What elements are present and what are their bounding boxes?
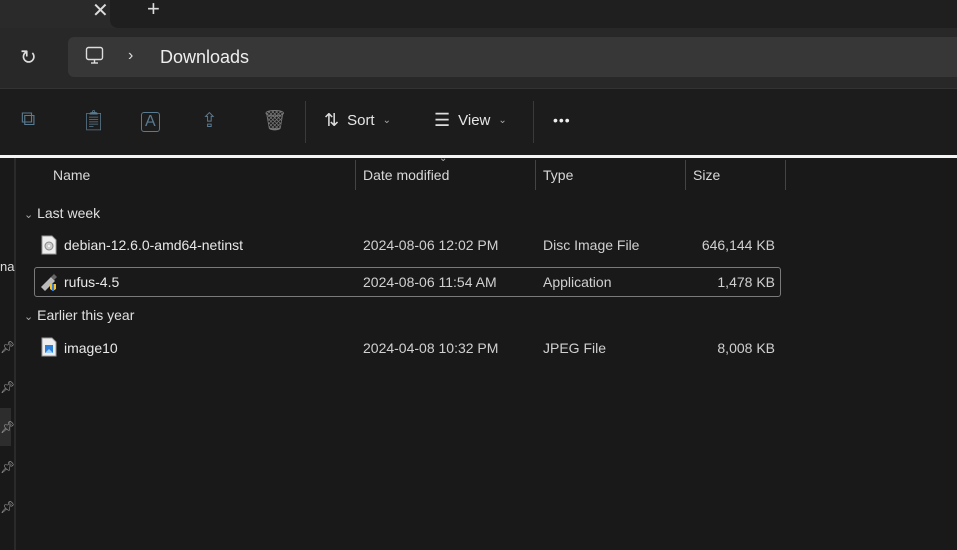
copy-icon[interactable]: ⧉ xyxy=(21,108,35,131)
column-header-date[interactable]: Date modified xyxy=(363,167,449,183)
computer-icon xyxy=(85,46,104,64)
new-tab-button[interactable]: + xyxy=(147,0,160,22)
column-header-size[interactable]: Size xyxy=(693,167,720,183)
view-label: View xyxy=(458,112,491,129)
chevron-down-icon: ⌄ xyxy=(498,115,507,126)
pin-icon: 📌︎ xyxy=(0,460,16,474)
file-date: 2024-08-06 12:02 PM xyxy=(363,237,499,253)
more-options-button[interactable]: ••• xyxy=(553,112,571,128)
sidebar-splitter[interactable] xyxy=(14,158,16,550)
chevron-down-icon: ⌄ xyxy=(382,115,391,126)
file-name: rufus-4.5 xyxy=(64,274,120,290)
file-size: 8,008 KB xyxy=(717,340,775,356)
file-type: Disc Image File xyxy=(543,237,640,253)
file-type: Application xyxy=(543,274,612,290)
sidebar-item-label[interactable]: na xyxy=(0,259,14,274)
file-date: 2024-08-06 11:54 AM xyxy=(363,274,497,290)
column-divider[interactable] xyxy=(785,160,786,190)
chevron-down-icon: ⌄ xyxy=(24,311,34,323)
chevron-down-icon: ⌄ xyxy=(24,209,34,221)
view-button[interactable]: ☰ View ⌄ xyxy=(434,110,507,131)
divider xyxy=(0,155,957,158)
file-name: debian-12.6.0-amd64-netinst xyxy=(64,237,244,253)
file-date: 2024-04-08 10:32 PM xyxy=(363,340,499,356)
rename-icon[interactable]: A xyxy=(141,112,160,132)
image-file-icon xyxy=(41,337,57,357)
sort-indicator-icon: ⌄ xyxy=(439,153,448,164)
close-tab-icon[interactable]: ✕ xyxy=(92,0,109,23)
file-size: 1,478 KB xyxy=(717,274,775,290)
pin-icon: 📌︎ xyxy=(0,500,16,514)
usb-app-icon xyxy=(41,274,57,291)
column-divider[interactable] xyxy=(535,160,536,190)
column-divider[interactable] xyxy=(685,160,686,190)
sort-button[interactable]: ⇅ Sort ⌄ xyxy=(324,110,391,131)
toolbar-divider xyxy=(533,101,534,143)
breadcrumb-downloads[interactable]: Downloads xyxy=(160,47,249,68)
file-name: image10 xyxy=(64,340,118,356)
group-header[interactable]: ⌄ Earlier this year xyxy=(24,307,134,323)
breadcrumb-chevron-icon: › xyxy=(128,47,134,64)
column-divider[interactable] xyxy=(355,160,356,190)
share-icon[interactable]: ⇪ xyxy=(201,108,218,133)
pin-icon: 📌︎ xyxy=(0,380,16,394)
file-type: JPEG File xyxy=(543,340,607,356)
group-header[interactable]: ⌄ Last week xyxy=(24,205,100,221)
group-label: Earlier this year xyxy=(37,307,135,323)
delete-icon[interactable]: 🗑︎ xyxy=(262,108,287,133)
pin-icon: 📌︎ xyxy=(0,340,16,354)
column-header-type[interactable]: Type xyxy=(543,167,573,183)
tab-strip xyxy=(110,0,957,28)
sort-label: Sort xyxy=(347,112,375,129)
toolbar-divider xyxy=(305,101,306,143)
disc-image-icon xyxy=(41,235,57,255)
refresh-icon[interactable]: ↻ xyxy=(20,45,37,70)
sort-icon: ⇅ xyxy=(324,110,340,130)
pin-icon: 📌︎ xyxy=(0,420,16,434)
paste-icon[interactable]: 📋︎ xyxy=(81,108,106,133)
file-size: 646,144 KB xyxy=(701,237,775,253)
view-icon: ☰ xyxy=(434,110,451,130)
group-label: Last week xyxy=(37,205,101,221)
column-header-name[interactable]: Name xyxy=(53,167,90,183)
